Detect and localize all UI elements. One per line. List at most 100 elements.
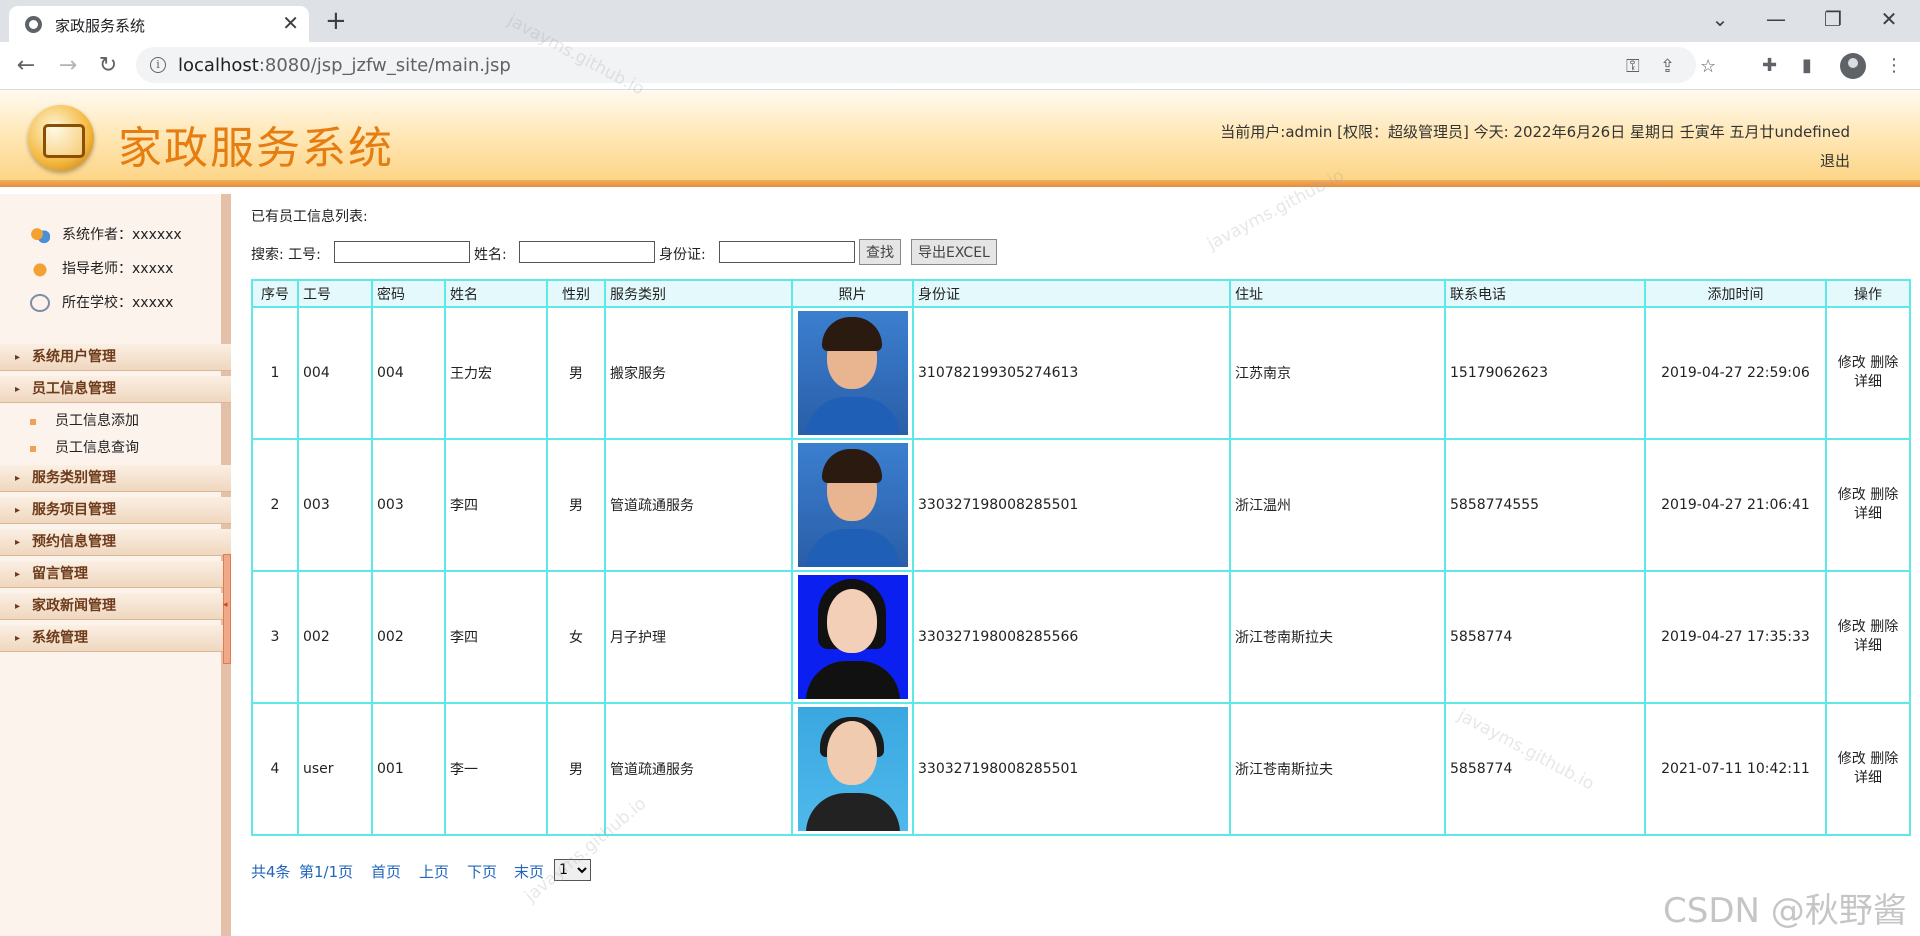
tab-title: 家政服务系统 xyxy=(55,17,146,35)
cell-photo xyxy=(791,570,914,704)
menu-system[interactable]: ▸ 系统管理 xyxy=(0,625,231,652)
browser-tab[interactable]: 家政服务系统 ✕ xyxy=(9,6,309,42)
delete-link[interactable]: 删除 xyxy=(1870,619,1898,635)
cell-seq: 3 xyxy=(251,570,299,704)
cell-added-time: 2021-07-11 10:42:11 xyxy=(1644,702,1827,836)
cell-worker-no: 004 xyxy=(297,306,373,440)
star-icon[interactable]: ☆ xyxy=(1700,56,1716,77)
browser-toolbar: ← → ↻ i localhost:8080/jsp_jzfw_site/mai… xyxy=(0,42,1920,90)
idcard-input[interactable] xyxy=(719,241,855,263)
pagination: 共4条 第1/1页 首页 上页 下页 末页 1 xyxy=(251,859,651,883)
menu-news[interactable]: ▸ 家政新闻管理 xyxy=(0,593,231,620)
menu-reservation[interactable]: ▸ 预约信息管理 xyxy=(0,529,231,556)
edit-link[interactable]: 修改 xyxy=(1838,487,1866,503)
sidebar-collapse-handle[interactable] xyxy=(223,554,231,664)
col-service: 服务类别 xyxy=(604,279,793,308)
delete-link[interactable]: 删除 xyxy=(1870,355,1898,371)
employee-photo xyxy=(797,707,908,831)
pager-next[interactable]: 下页 xyxy=(467,861,497,882)
worker-no-input[interactable] xyxy=(334,241,470,263)
forward-icon[interactable]: → xyxy=(52,50,84,82)
menu-employee-query[interactable]: 员工信息查询 xyxy=(0,435,231,462)
close-window-button[interactable]: ✕ xyxy=(1869,4,1909,34)
caret-right-icon: ▸ xyxy=(15,569,21,580)
key-icon[interactable]: ⚿ xyxy=(1626,56,1640,77)
cell-photo xyxy=(791,438,914,572)
back-icon[interactable]: ← xyxy=(10,50,42,82)
delete-link[interactable]: 删除 xyxy=(1870,487,1898,503)
cell-password: 004 xyxy=(371,306,446,440)
app-title: 家政服务系统 xyxy=(118,123,394,174)
new-tab-button[interactable]: + xyxy=(325,6,347,36)
cell-photo xyxy=(791,306,914,440)
pager-total: 共4条 xyxy=(251,863,291,881)
detail-link[interactable]: 详细 xyxy=(1854,506,1882,522)
pager-prev[interactable]: 上页 xyxy=(419,861,449,882)
extensions-icon[interactable]: ✚ xyxy=(1762,55,1777,76)
detail-link[interactable]: 详细 xyxy=(1854,638,1882,654)
cell-idcard: 310782199305274613 xyxy=(912,306,1231,440)
menu-service-item[interactable]: ▸ 服务项目管理 xyxy=(0,497,231,524)
table-row: 2 003 003 李四 男 管道疏通服务 330327198008285501… xyxy=(251,438,1911,572)
minimize-button[interactable]: — xyxy=(1756,4,1796,34)
cell-address: 浙江苍南斯拉夫 xyxy=(1229,702,1446,836)
menu-employee-info[interactable]: ▸ 员工信息管理 xyxy=(0,376,231,403)
name-input[interactable] xyxy=(519,241,655,263)
menu-messages[interactable]: ▸ 留言管理 xyxy=(0,561,231,588)
cell-actions: 修改 删除 详细 xyxy=(1825,306,1911,440)
restore-button[interactable]: ❐ xyxy=(1813,4,1853,34)
delete-link[interactable]: 删除 xyxy=(1870,751,1898,767)
reload-icon[interactable]: ↻ xyxy=(92,50,124,82)
detail-link[interactable]: 详细 xyxy=(1854,374,1882,390)
cell-sex: 男 xyxy=(546,306,606,440)
menu-icon[interactable]: ⋮ xyxy=(1885,55,1903,76)
cell-password: 003 xyxy=(371,438,446,572)
caret-right-icon: ▸ xyxy=(15,537,21,548)
info-icon[interactable]: i xyxy=(150,57,166,73)
pager-page: 第1/1页 xyxy=(299,863,354,881)
cell-name: 李四 xyxy=(444,438,548,572)
cell-added-time: 2019-04-27 17:35:33 xyxy=(1644,570,1827,704)
caret-right-icon: ▸ xyxy=(15,384,21,395)
menu-service-category[interactable]: ▸ 服务类别管理 xyxy=(0,465,231,492)
edit-link[interactable]: 修改 xyxy=(1838,751,1866,767)
cell-photo xyxy=(791,702,914,836)
menu-system-users[interactable]: ▸ 系统用户管理 xyxy=(0,344,231,371)
pager-first[interactable]: 首页 xyxy=(371,861,401,882)
menu-employee-add[interactable]: 员工信息添加 xyxy=(0,408,231,435)
school-info: 所在学校：xxxxx xyxy=(30,292,173,312)
cell-added-time: 2019-04-27 22:59:06 xyxy=(1644,306,1827,440)
cell-worker-no: 002 xyxy=(297,570,373,704)
current-user-info: 当前用户:admin [权限：超级管理员] 今天: 2022年6月26日 星期日… xyxy=(1220,123,1850,141)
col-address: 住址 xyxy=(1229,279,1446,308)
phone-icon xyxy=(30,260,50,278)
col-worker-no: 工号 xyxy=(297,279,373,308)
globe-icon xyxy=(25,16,42,33)
cell-idcard: 330327198008285501 xyxy=(912,702,1231,836)
export-excel-button[interactable]: 导出EXCEL xyxy=(911,239,997,265)
share-icon[interactable]: ⇪ xyxy=(1660,56,1675,77)
sidebar: 系统作者：xxxxxx 指导老师：xxxxx 所在学校：xxxxx ▸ 系统用户管… xyxy=(0,194,231,936)
clock-icon xyxy=(30,294,50,312)
address-bar[interactable]: i localhost:8080/jsp_jzfw_site/main.jsp … xyxy=(136,47,1716,83)
find-button[interactable]: 查找 xyxy=(859,239,901,265)
cell-phone: 15179062623 xyxy=(1444,306,1646,440)
tab-search-icon[interactable]: ⌄ xyxy=(1700,4,1740,34)
edit-link[interactable]: 修改 xyxy=(1838,619,1866,635)
employee-photo xyxy=(797,443,908,567)
caret-right-icon: ▸ xyxy=(15,473,21,484)
side-panel-icon[interactable]: ▮ xyxy=(1802,55,1812,76)
edit-link[interactable]: 修改 xyxy=(1838,355,1866,371)
cell-address: 浙江苍南斯拉夫 xyxy=(1229,570,1446,704)
detail-link[interactable]: 详细 xyxy=(1854,770,1882,786)
employee-photo xyxy=(797,575,908,699)
cell-name: 李一 xyxy=(444,702,548,836)
profile-avatar[interactable] xyxy=(1840,53,1866,79)
name-label: 姓名: xyxy=(474,247,507,263)
close-icon[interactable]: ✕ xyxy=(282,11,299,35)
logout-link[interactable]: 退出 xyxy=(1820,150,1850,171)
cell-name: 王力宏 xyxy=(444,306,548,440)
employee-photo xyxy=(797,311,908,435)
app-header: 家政服务系统 当前用户:admin [权限：超级管理员] 今天: 2022年6月… xyxy=(0,90,1920,187)
table-row: 1 004 004 王力宏 男 搬家服务 310782199305274613 … xyxy=(251,306,1911,440)
